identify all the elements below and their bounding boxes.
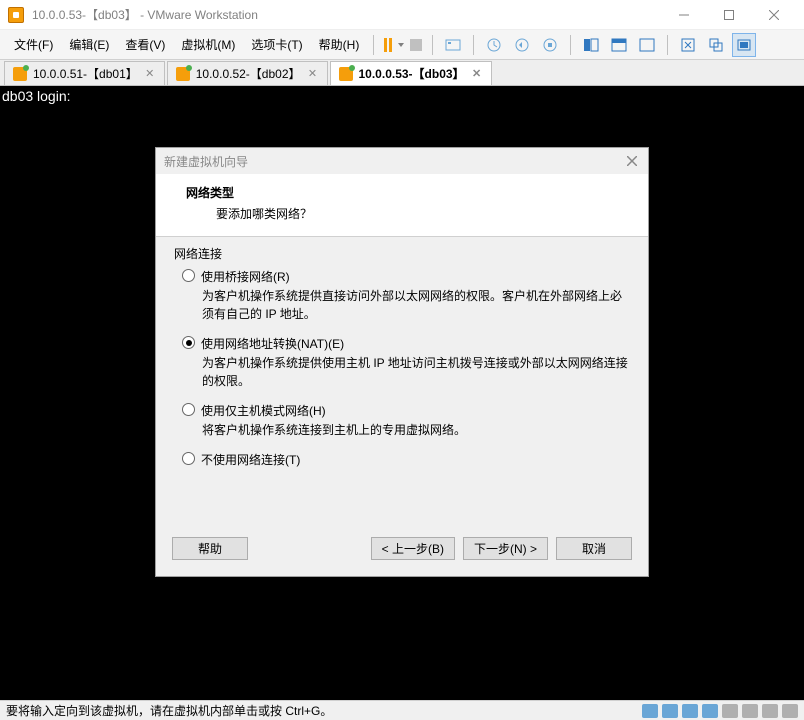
radio-label: 使用网络地址转换(NAT)(E) <box>201 335 344 352</box>
minimize-button[interactable] <box>661 1 706 29</box>
close-button[interactable] <box>751 1 796 29</box>
status-icons <box>642 704 798 718</box>
device-printer-icon[interactable] <box>722 704 738 718</box>
stop-button[interactable] <box>410 39 422 51</box>
radio-description: 为客户机操作系统提供使用主机 IP 地址访问主机拨号连接或外部以太网网络连接的权… <box>202 354 630 390</box>
menu-vm[interactable]: 虚拟机(M) <box>173 32 243 57</box>
close-icon[interactable]: ✕ <box>144 68 156 80</box>
device-network-icon[interactable] <box>682 704 698 718</box>
separator <box>432 35 433 55</box>
status-text: 要将输入定向到该虚拟机，请在虚拟机内部单击或按 Ctrl+G。 <box>6 702 332 719</box>
back-button[interactable]: < 上一步(B) <box>371 537 455 560</box>
dialog-header: 网络类型 要添加哪类网络？ <box>156 174 648 237</box>
next-button[interactable]: 下一步(N) > <box>463 537 548 560</box>
separator <box>373 35 374 55</box>
tab-bar: 10.0.0.51-【db01】 ✕ 10.0.0.52-【db02】 ✕ 10… <box>0 60 804 86</box>
pause-button[interactable] <box>384 38 392 52</box>
vm-icon <box>13 67 27 81</box>
snapshot-button[interactable] <box>482 33 506 57</box>
radio-none[interactable]: 不使用网络连接(T) <box>182 451 630 468</box>
radio-bridged[interactable]: 使用桥接网络(R) <box>182 268 630 285</box>
device-sound-icon[interactable] <box>742 704 758 718</box>
tab-db02[interactable]: 10.0.0.52-【db02】 ✕ <box>167 61 328 85</box>
unity-button[interactable] <box>704 33 728 57</box>
new-vm-wizard-dialog: 新建虚拟机向导 网络类型 要添加哪类网络？ 网络连接 使用桥接网络(R) 为客户… <box>155 147 649 577</box>
maximize-button[interactable] <box>706 1 751 29</box>
cancel-button[interactable]: 取消 <box>556 537 632 560</box>
menu-edit[interactable]: 编辑(E) <box>61 32 117 57</box>
dialog-body: 网络连接 使用桥接网络(R) 为客户机操作系统提供直接访问外部以太网网络的权限。… <box>156 237 648 527</box>
menu-bar: 文件(F) 编辑(E) 查看(V) 虚拟机(M) 选项卡(T) 帮助(H) <box>0 30 804 60</box>
menu-view[interactable]: 查看(V) <box>117 32 173 57</box>
menu-help[interactable]: 帮助(H) <box>311 32 368 57</box>
radio-label: 使用仅主机模式网络(H) <box>201 402 326 419</box>
radio-icon <box>182 452 195 465</box>
menu-file[interactable]: 文件(F) <box>6 32 61 57</box>
radio-label: 使用桥接网络(R) <box>201 268 290 285</box>
tab-db03[interactable]: 10.0.0.53-【db03】 ✕ <box>330 61 492 85</box>
device-msg-icon[interactable] <box>782 704 798 718</box>
close-icon[interactable]: ✕ <box>307 68 319 80</box>
dropdown-icon[interactable] <box>398 43 404 47</box>
tab-label: 10.0.0.51-【db01】 <box>33 65 138 82</box>
dialog-heading: 网络类型 <box>186 184 628 201</box>
device-cd-icon[interactable] <box>662 704 678 718</box>
radio-icon <box>182 403 195 416</box>
radio-nat[interactable]: 使用网络地址转换(NAT)(E) <box>182 335 630 352</box>
dialog-footer: 帮助 < 上一步(B) 下一步(N) > 取消 <box>156 527 648 576</box>
manage-snapshot-button[interactable] <box>538 33 562 57</box>
tab-label: 10.0.0.52-【db02】 <box>196 65 301 82</box>
window-title: 10.0.0.53-【db03】 - VMware Workstation <box>32 6 661 23</box>
radio-hostonly[interactable]: 使用仅主机模式网络(H) <box>182 402 630 419</box>
view-mode-1[interactable] <box>579 33 603 57</box>
device-display-icon[interactable] <box>702 704 718 718</box>
vm-icon <box>339 67 353 81</box>
window-title-bar: 10.0.0.53-【db03】 - VMware Workstation <box>0 0 804 30</box>
separator <box>473 35 474 55</box>
fullscreen-button[interactable] <box>676 33 700 57</box>
send-keys-button[interactable] <box>441 33 465 57</box>
view-mode-2[interactable] <box>607 33 631 57</box>
console-line: db03 login: <box>2 88 802 104</box>
dialog-close-button[interactable] <box>624 153 640 169</box>
view-mode-3[interactable] <box>635 33 659 57</box>
radio-description: 将客户机操作系统连接到主机上的专用虚拟网络。 <box>202 421 630 439</box>
radio-description: 为客户机操作系统提供直接访问外部以太网网络的权限。客户机在外部网络上必须有自己的… <box>202 287 630 323</box>
close-icon[interactable]: ✕ <box>471 68 483 80</box>
tab-label: 10.0.0.53-【db03】 <box>359 65 465 82</box>
menu-tabs[interactable]: 选项卡(T) <box>243 32 310 57</box>
app-icon <box>8 7 24 23</box>
tab-db01[interactable]: 10.0.0.51-【db01】 ✕ <box>4 61 165 85</box>
help-button[interactable]: 帮助 <box>172 537 248 560</box>
device-disk-icon[interactable] <box>642 704 658 718</box>
dialog-subheading: 要添加哪类网络？ <box>216 205 628 222</box>
radio-icon <box>182 336 195 349</box>
dialog-title-text: 新建虚拟机向导 <box>164 153 248 170</box>
group-label: 网络连接 <box>174 245 630 262</box>
console-view-button[interactable] <box>732 33 756 57</box>
status-bar: 要将输入定向到该虚拟机，请在虚拟机内部单击或按 Ctrl+G。 <box>0 700 804 720</box>
vm-icon <box>176 67 190 81</box>
radio-label: 不使用网络连接(T) <box>201 451 300 468</box>
radio-icon <box>182 269 195 282</box>
device-usb-icon[interactable] <box>762 704 778 718</box>
revert-snapshot-button[interactable] <box>510 33 534 57</box>
separator <box>667 35 668 55</box>
dialog-title-bar: 新建虚拟机向导 <box>156 148 648 174</box>
separator <box>570 35 571 55</box>
